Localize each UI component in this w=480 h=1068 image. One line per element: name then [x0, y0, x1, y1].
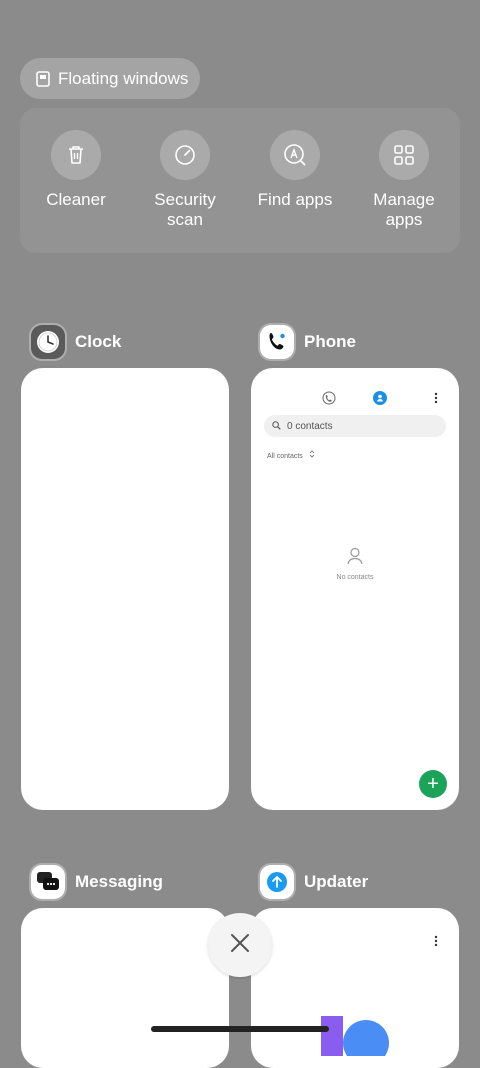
close-all-button[interactable] [208, 913, 272, 977]
clock-icon [31, 325, 65, 359]
contacts-filter-dropdown[interactable]: All contacts [267, 450, 315, 460]
manage-apps-button[interactable]: Manage apps [349, 130, 459, 230]
app-name-phone: Phone [304, 332, 356, 351]
quick-tools-panel: Cleaner Security scan Find apps Manage a… [20, 108, 460, 253]
find-apps-icon [270, 130, 320, 180]
app-header-phone[interactable]: Phone [260, 325, 356, 359]
person-outline-icon [345, 546, 365, 571]
floating-windows-button[interactable]: Floating windows [20, 58, 200, 99]
trash-icon [51, 130, 101, 180]
floating-window-icon [36, 70, 50, 87]
more-options-icon[interactable] [433, 391, 439, 410]
app-card-messaging[interactable] [21, 908, 229, 1068]
app-header-clock[interactable]: Clock [31, 325, 121, 359]
updater-more-icon[interactable] [433, 934, 439, 953]
security-scan-button[interactable]: Security scan [130, 130, 240, 230]
contacts-filter-label: All contacts [267, 453, 303, 460]
manage-apps-label: Manage apps [373, 190, 435, 229]
find-apps-button[interactable]: Find apps [240, 130, 350, 210]
messaging-icon [31, 865, 65, 899]
updater-illustration [321, 1016, 401, 1066]
grid-apps-icon [379, 130, 429, 180]
sort-arrows-icon [309, 450, 315, 460]
app-header-messaging[interactable]: Messaging [31, 865, 163, 899]
app-card-phone[interactable]: 0 contacts All contacts No contacts + [251, 368, 459, 810]
tab-calls-icon[interactable] [322, 391, 336, 410]
app-card-updater[interactable] [251, 908, 459, 1068]
close-icon [229, 932, 251, 959]
app-header-updater[interactable]: Updater [260, 865, 368, 899]
phone-icon [260, 325, 294, 359]
app-name-clock: Clock [75, 332, 122, 351]
security-gauge-icon [160, 130, 210, 180]
app-name-messaging: Messaging [75, 872, 163, 891]
contacts-search-input[interactable]: 0 contacts [264, 415, 446, 437]
search-placeholder: 0 contacts [287, 420, 333, 432]
app-name-updater: Updater [304, 872, 369, 891]
add-contact-button[interactable]: + [419, 770, 447, 798]
floating-windows-label: Floating windows [58, 68, 189, 88]
empty-state-text: No contacts [336, 574, 374, 581]
cleaner-label: Cleaner [46, 190, 106, 209]
security-scan-label: Security scan [154, 190, 216, 229]
search-icon [272, 417, 281, 435]
updater-icon [260, 865, 294, 899]
tab-contacts-icon[interactable] [373, 391, 387, 410]
phone-tabs [251, 388, 459, 408]
cleaner-button[interactable]: Cleaner [21, 130, 131, 210]
find-apps-label: Find apps [257, 190, 333, 209]
home-indicator[interactable] [151, 1026, 329, 1032]
app-card-clock[interactable] [21, 368, 229, 810]
